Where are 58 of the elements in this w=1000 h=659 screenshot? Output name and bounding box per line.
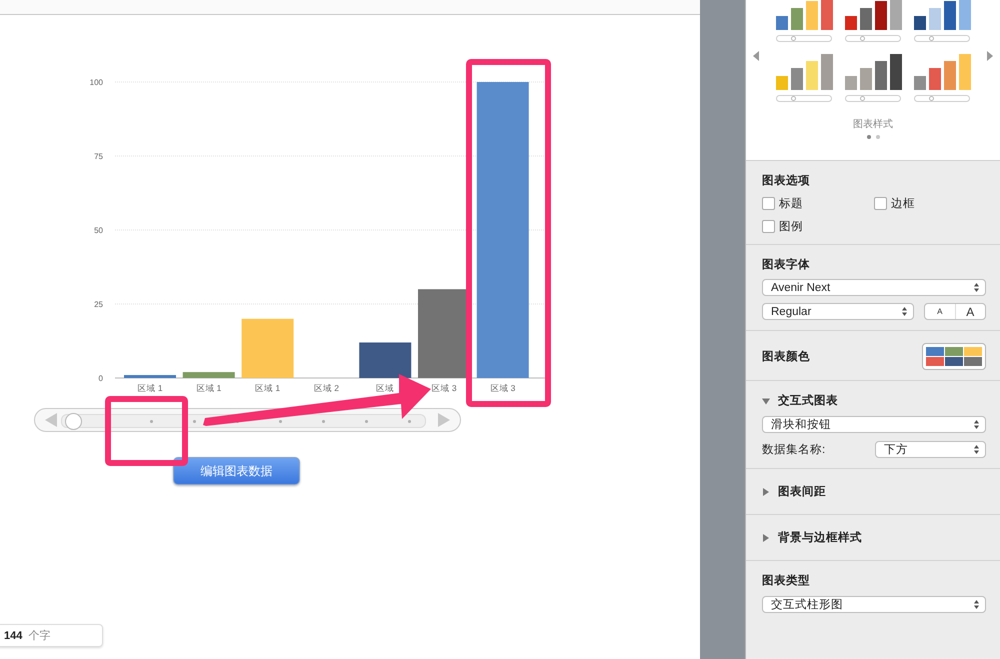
smaller-font-button[interactable]: A [925, 304, 954, 319]
stepper-icon [974, 283, 979, 292]
axis-tick-label: 75 [94, 152, 103, 161]
category-label: 区域 3 [490, 383, 516, 393]
chart-type-select[interactable]: 交互式柱形图 [762, 596, 986, 613]
checkbox-label: 标题 [779, 196, 803, 211]
disclosure-icon[interactable] [762, 396, 770, 404]
word-count: 144 个字 [0, 624, 103, 647]
field-label: 数据集名称: [762, 442, 826, 457]
left-arrow-icon[interactable] [753, 51, 759, 61]
chart-style-thumbnail[interactable] [914, 54, 970, 102]
disclosure-icon[interactable] [762, 488, 770, 496]
section-title: 图表间距 [778, 484, 826, 499]
checkbox[interactable] [762, 220, 775, 233]
stepper-icon [974, 600, 979, 609]
dataset-name-select[interactable]: 下方 [875, 441, 986, 458]
larger-font-button[interactable]: A [954, 304, 985, 319]
interactive-control-select[interactable]: 滑块和按钮 [762, 416, 986, 433]
bar[interactable] [359, 342, 412, 378]
category-label: 区域 1 [137, 383, 163, 393]
section-title: 图表选项 [762, 173, 811, 188]
stepper-icon [902, 307, 907, 316]
left-arrow-icon[interactable] [45, 413, 57, 427]
styles-label: 图表样式 [853, 118, 893, 131]
category-label: 区域 3 [431, 383, 457, 393]
axis-tick-label: 25 [94, 300, 103, 309]
stepper-icon [974, 420, 979, 429]
axis-tick-label: 100 [90, 78, 103, 87]
section-title: 图表字体 [762, 257, 811, 272]
section-title: 图表类型 [762, 573, 811, 588]
axis-tick-label: 50 [94, 226, 103, 235]
category-label: 区域 [376, 383, 394, 393]
chart-style-thumbnail[interactable] [845, 54, 901, 102]
font-weight-select[interactable]: Regular [762, 303, 914, 320]
checkbox[interactable] [874, 197, 887, 210]
slider-thumb[interactable] [65, 413, 82, 430]
chart-color-swatch[interactable] [922, 343, 986, 370]
page-dot[interactable] [866, 135, 870, 139]
section-title: 背景与边框样式 [778, 530, 862, 545]
section-title: 交互式图表 [778, 393, 838, 408]
checkbox-label: 边框 [891, 196, 915, 211]
section-title: 图表颜色 [762, 349, 810, 364]
stepper-icon [974, 445, 979, 454]
font-family-select[interactable]: Avenir Next [762, 279, 986, 296]
checkbox-label: 图例 [779, 220, 803, 234]
category-label: 区域 1 [255, 383, 280, 393]
chart-style-thumbnail[interactable] [776, 0, 832, 42]
checkbox[interactable] [762, 197, 775, 210]
chart-style-thumbnail[interactable] [914, 0, 970, 42]
axis-tick-label: 0 [98, 374, 103, 383]
page-dot[interactable] [876, 135, 880, 139]
chart-style-thumbnail[interactable] [845, 0, 901, 42]
chart-style-thumbnail[interactable] [776, 54, 832, 102]
category-label: 区域 2 [314, 383, 339, 393]
right-arrow-icon[interactable] [987, 51, 993, 61]
disclosure-icon[interactable] [762, 534, 770, 542]
category-label: 区域 1 [196, 383, 222, 393]
right-arrow-icon[interactable] [438, 413, 450, 427]
